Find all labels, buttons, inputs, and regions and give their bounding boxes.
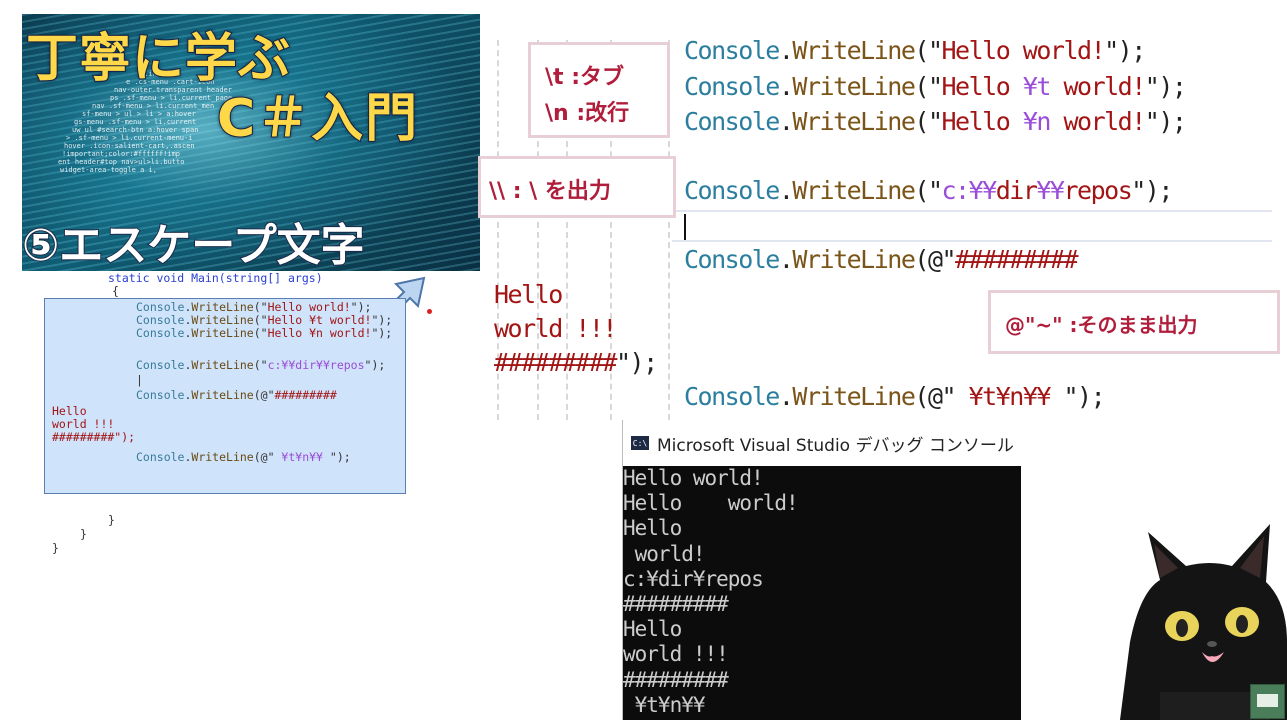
- brace: {: [112, 284, 119, 298]
- code-line-6: Console.WriteLine(@" ¥t¥n¥¥ ");: [684, 382, 1106, 411]
- console-line: c:¥dir¥repos: [623, 566, 764, 591]
- console-line: Hello world!: [623, 491, 799, 516]
- annotation-tab-newline: \t :タブ \n :改行: [528, 42, 670, 138]
- method-signature: static void Main(string[] args): [108, 271, 323, 285]
- bg-code-line: ps .sf-menu > li.current_page: [110, 94, 233, 102]
- console-line: #########: [623, 592, 729, 617]
- bg-code-line: !important;color:#ffffff!imp: [62, 150, 181, 158]
- code-line-1: Console.WriteLine("Hello world!");: [684, 36, 1146, 65]
- annotation-newline: \n :改行: [545, 101, 630, 126]
- code-line: Console.WriteLine(@"#########: [136, 388, 337, 402]
- brace: }: [108, 513, 115, 527]
- brace: }: [80, 527, 87, 541]
- line-highlight-bottom: [672, 240, 1272, 242]
- bg-code-line: nav .sf-menu > li.current_men: [92, 102, 215, 110]
- code-line: Console.WriteLine("c:¥¥dir¥¥repos");: [136, 358, 386, 372]
- ide-code-snippet: static void Main(string[] args) { Consol…: [46, 271, 406, 561]
- thumbnail-title-line2: C＃入門: [216, 88, 420, 150]
- console-line: #########: [623, 667, 729, 692]
- code-line-2: Console.WriteLine("Hello ¥t world!");: [684, 72, 1187, 101]
- annotation-backslash: \\ : \ を出力: [478, 156, 676, 218]
- bg-code-line: hover .icon-salient-cart,.ascen: [64, 142, 195, 150]
- annotation-verbatim: @"~" :そのまま出力: [988, 290, 1280, 354]
- bg-code-line: gs-menu .sf-menu > li.current: [74, 118, 197, 126]
- console-line: world !!!: [623, 642, 729, 667]
- text-cursor: |: [136, 373, 143, 387]
- verbatim-line: #########");: [52, 430, 136, 444]
- line-highlight-top: [672, 210, 1272, 212]
- video-thumbnail: a.indicat e .cs-menu .cart-icon nav-oute…: [22, 14, 480, 271]
- thumbnail-subtitle: ⑤エスケープ文字: [22, 219, 366, 271]
- bg-code-line: widget-area-toggle a i,: [60, 166, 157, 174]
- debug-console-window: C:\ Microsoft Visual Studio デバッグ コンソール H…: [622, 420, 1021, 720]
- console-line: ¥t¥n¥¥: [623, 692, 706, 717]
- console-line: world!: [623, 541, 706, 566]
- console-output: Hello world! Hello world! Hello world! c…: [623, 466, 1021, 720]
- code-line: Console.WriteLine("Hello ¥n world!");: [136, 326, 393, 340]
- verbatim-line: world !!!: [494, 314, 617, 343]
- console-titlebar[interactable]: C:\ Microsoft Visual Studio デバッグ コンソール: [623, 420, 1021, 466]
- verbatim-line: Hello: [494, 280, 563, 309]
- annotation-tab: \t :タブ: [545, 65, 625, 90]
- system-tray-icon[interactable]: [1250, 684, 1285, 719]
- bg-code-line: ent header#top nav>ul>li.butto: [58, 158, 185, 166]
- console-app-icon: C:\: [631, 436, 649, 450]
- text-cursor: [684, 214, 686, 240]
- console-line: Hello: [623, 617, 682, 642]
- console-line: Hello: [623, 516, 682, 541]
- verbatim-line: #########");: [494, 348, 658, 377]
- console-title: Microsoft Visual Studio デバッグ コンソール: [657, 435, 1014, 456]
- console-line: Hello world!: [623, 466, 764, 490]
- red-dot-marker: [427, 309, 432, 314]
- brace: }: [52, 541, 59, 555]
- code-line: Console.WriteLine(@" ¥t¥n¥¥ ");: [136, 450, 351, 464]
- code-line-3: Console.WriteLine("Hello ¥n world!");: [684, 107, 1187, 136]
- code-line-5: Console.WriteLine(@"#########: [684, 245, 1079, 274]
- bg-code-line: sf-menu > ul > li > a:hover: [82, 110, 196, 118]
- bg-code-line: uw ul #search-btn a:hover span: [72, 126, 199, 134]
- bg-code-line: > .sf-menu > li.current-menu-i: [66, 134, 193, 142]
- code-line-4: Console.WriteLine("c:¥¥dir¥¥repos");: [684, 176, 1173, 205]
